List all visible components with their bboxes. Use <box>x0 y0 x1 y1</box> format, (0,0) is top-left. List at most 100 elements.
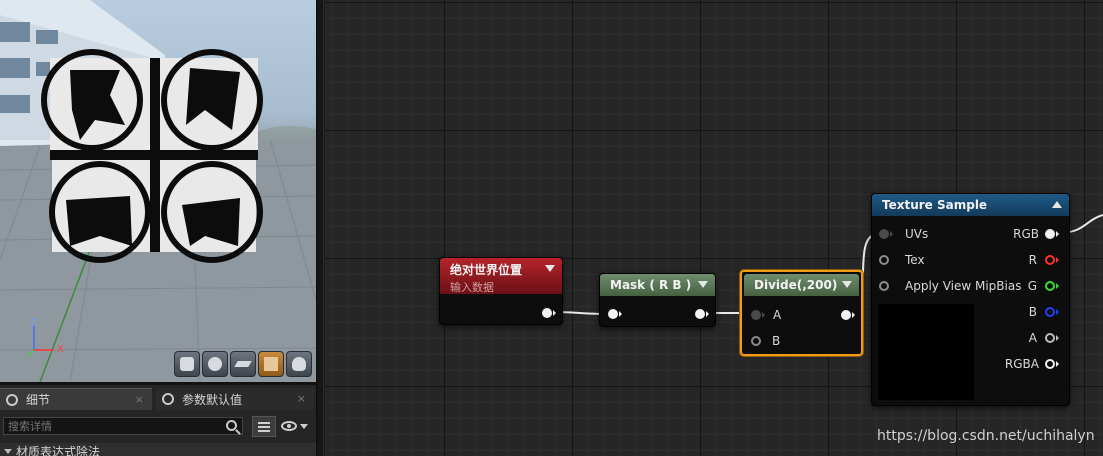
output-pin-row[interactable] <box>695 307 709 321</box>
input-pin[interactable] <box>608 309 618 319</box>
node-subtitle: 输入数据 <box>450 281 494 294</box>
material-editor-window: Z X 细节 × 参数默认值 × 材质表达式除法 <box>0 0 1103 456</box>
pin-arrow-icon <box>1056 335 1059 341</box>
material-graph-canvas[interactable]: 绝对世界位置 输入数据 Mask ( R B ) Divide(,200) A … <box>325 0 1103 456</box>
pin-arrow-icon <box>1056 309 1059 315</box>
pin-arrow-icon <box>706 311 709 317</box>
output-pin-a-row[interactable]: A <box>1029 331 1059 345</box>
node-header[interactable]: Mask ( R B ) <box>600 274 715 296</box>
output-pin-row[interactable] <box>841 308 855 322</box>
input-pin-b-row[interactable]: B <box>751 334 780 348</box>
preview-viewport[interactable]: Z X <box>0 0 316 382</box>
output-pin-b-row[interactable]: B <box>1029 305 1059 319</box>
input-pin-a-row[interactable]: A <box>751 308 781 322</box>
output-pin-rgb-row[interactable]: RGB <box>1013 227 1059 241</box>
output-pin-g-row[interactable]: G <box>1028 279 1059 293</box>
cube-icon <box>264 357 278 371</box>
sphere-icon <box>208 357 222 371</box>
visibility-options-button[interactable] <box>281 418 311 434</box>
output-pin-g[interactable] <box>1045 281 1055 291</box>
preview-cube-button[interactable] <box>258 351 284 377</box>
pin-a-label: A <box>773 308 782 322</box>
node-header[interactable]: 绝对世界位置 输入数据 <box>440 258 562 294</box>
output-pin-r-row[interactable]: R <box>1029 253 1059 267</box>
collapse-arrow-icon[interactable] <box>698 281 708 288</box>
input-pin-mipbias-row[interactable]: Apply View MipBias <box>879 279 1021 293</box>
preview-sphere-button[interactable] <box>202 351 228 377</box>
category-header[interactable]: 材质表达式除法 <box>0 443 316 456</box>
input-pin-uvs[interactable] <box>879 229 889 239</box>
search-details-input[interactable] <box>3 417 243 435</box>
pin-label: UVs <box>905 227 929 241</box>
node-header[interactable]: Texture Sample <box>872 194 1069 216</box>
output-pin[interactable] <box>695 309 705 319</box>
pin-arrow-icon <box>762 312 765 318</box>
node-mask[interactable]: Mask ( R B ) <box>599 273 716 327</box>
node-title: Divide(,200) <box>754 278 838 292</box>
output-pin-rgb[interactable] <box>1045 229 1055 239</box>
category-header-label: 材质表达式除法 <box>16 444 101 456</box>
collapse-arrow-icon[interactable] <box>545 265 555 272</box>
plane-icon <box>234 361 252 367</box>
panel-splitter[interactable] <box>316 0 324 456</box>
node-texture-sample[interactable]: Texture Sample UVs Tex Apply View MipBia… <box>871 193 1070 406</box>
details-panel: 细节 × 参数默认值 × 材质表达式除法 <box>0 382 316 456</box>
watermark-text: https://blog.csdn.net/uchihalyn <box>877 428 1095 444</box>
pin-arrow-icon <box>1056 231 1059 237</box>
node-title: Texture Sample <box>882 198 988 212</box>
pin-arrow-icon <box>619 311 622 317</box>
output-pin-row[interactable] <box>542 306 556 320</box>
pin-arrow-icon <box>1056 283 1059 289</box>
input-pin-tex-row[interactable]: Tex <box>879 253 925 267</box>
params-search-icon <box>162 393 174 405</box>
collapse-arrow-icon[interactable] <box>842 281 852 288</box>
list-view-button[interactable] <box>252 416 276 437</box>
tab-params-label: 参数默认值 <box>182 392 243 407</box>
cylinder-icon <box>180 357 194 371</box>
output-pin-rgba[interactable] <box>1045 359 1055 369</box>
preview-teapot-button[interactable] <box>286 351 312 377</box>
tab-details-label: 细节 <box>26 393 51 407</box>
pin-arrow-icon <box>1056 361 1059 367</box>
collapse-arrow-icon[interactable] <box>1052 201 1062 208</box>
input-pin-row[interactable] <box>608 307 622 321</box>
pin-label: RGBA <box>1004 357 1039 371</box>
input-pin-uvs-row[interactable]: UVs <box>879 227 928 241</box>
tab-parameter-defaults[interactable]: 参数默认值 × <box>156 388 314 410</box>
input-pin-mipbias[interactable] <box>879 281 889 291</box>
node-title: 绝对世界位置 <box>450 263 523 277</box>
details-search-icon <box>6 393 18 406</box>
pin-b-label: B <box>772 334 781 348</box>
texture-preview-thumbnail <box>878 304 974 400</box>
pin-arrow-icon <box>852 312 855 318</box>
output-pin-r[interactable] <box>1045 255 1055 265</box>
preview-plane-button[interactable] <box>230 351 256 377</box>
output-pin-rgba-row[interactable]: RGBA <box>1005 357 1059 371</box>
pin-label: G <box>1027 279 1037 293</box>
output-pin[interactable] <box>542 308 552 318</box>
pin-label: R <box>1028 253 1037 267</box>
axis-x-label: X <box>57 344 64 355</box>
node-header[interactable]: Divide(,200) <box>744 274 859 296</box>
node-absolute-world-position[interactable]: 绝对世界位置 输入数据 <box>439 257 563 325</box>
output-pin-b[interactable] <box>1045 307 1055 317</box>
input-pin-a[interactable] <box>751 310 761 320</box>
search-icon[interactable] <box>226 420 237 431</box>
close-icon[interactable]: × <box>297 392 306 405</box>
viewport-scene <box>0 0 316 382</box>
output-pin-a[interactable] <box>1045 333 1055 343</box>
pin-label: A <box>1028 331 1037 345</box>
close-icon[interactable]: × <box>135 393 144 406</box>
input-pin-b[interactable] <box>751 336 761 346</box>
preview-cylinder-button[interactable] <box>174 351 200 377</box>
input-pin-tex[interactable] <box>879 255 889 265</box>
teapot-icon <box>292 357 306 371</box>
list-icon <box>258 421 270 432</box>
tab-details[interactable]: 细节 × <box>0 388 152 410</box>
axis-z-label: Z <box>30 318 37 329</box>
node-divide[interactable]: Divide(,200) A B <box>740 270 863 356</box>
pin-arrow-icon <box>553 310 556 316</box>
pin-label: Tex <box>905 253 925 267</box>
output-pin[interactable] <box>841 310 851 320</box>
pin-arrow-icon <box>1056 257 1059 263</box>
